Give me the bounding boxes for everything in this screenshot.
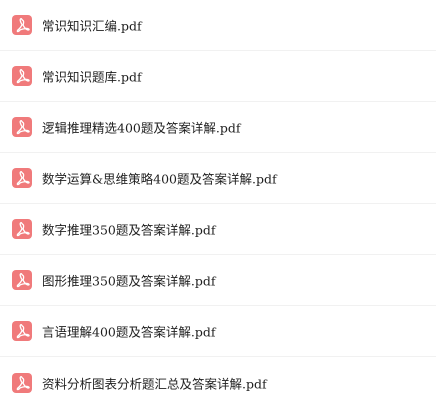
file-name: 常识知识汇编.pdf: [42, 18, 142, 34]
file-item[interactable]: 资料分析图表分析题汇总及答案详解.pdf: [0, 357, 436, 408]
file-item[interactable]: 数学运算&思维策略400题及答案详解.pdf: [0, 153, 436, 204]
pdf-file-icon: [12, 219, 32, 239]
file-item[interactable]: 图形推理350题及答案详解.pdf: [0, 255, 436, 306]
file-item[interactable]: 数字推理350题及答案详解.pdf: [0, 204, 436, 255]
file-name: 资料分析图表分析题汇总及答案详解.pdf: [42, 376, 267, 391]
pdf-file-icon: [12, 168, 32, 188]
pdf-file-icon: [12, 270, 32, 290]
pdf-file-icon: [12, 372, 32, 393]
file-item[interactable]: 逻辑推理精选400题及答案详解.pdf: [0, 102, 436, 153]
pdf-file-icon: [12, 117, 32, 137]
file-name: 逻辑推理精选400题及答案详解.pdf: [42, 120, 241, 136]
pdf-file-icon: [12, 66, 32, 86]
file-name: 图形推理350题及答案详解.pdf: [42, 273, 216, 289]
pdf-file-icon: [12, 321, 32, 341]
file-item[interactable]: 言语理解400题及答案详解.pdf: [0, 306, 436, 357]
pdf-file-icon: [12, 15, 32, 35]
file-name: 数学运算&思维策略400题及答案详解.pdf: [42, 171, 277, 187]
file-list: 常识知识汇编.pdf 常识知识题库.pdf 逻辑推理精选400题及答案详解.pdf 数…: [0, 0, 436, 408]
file-name: 常识知识题库.pdf: [42, 69, 142, 85]
file-name: 言语理解400题及答案详解.pdf: [42, 324, 216, 340]
file-name: 数字推理350题及答案详解.pdf: [42, 222, 216, 238]
file-item[interactable]: 常识知识汇编.pdf: [0, 0, 436, 51]
file-item[interactable]: 常识知识题库.pdf: [0, 51, 436, 102]
